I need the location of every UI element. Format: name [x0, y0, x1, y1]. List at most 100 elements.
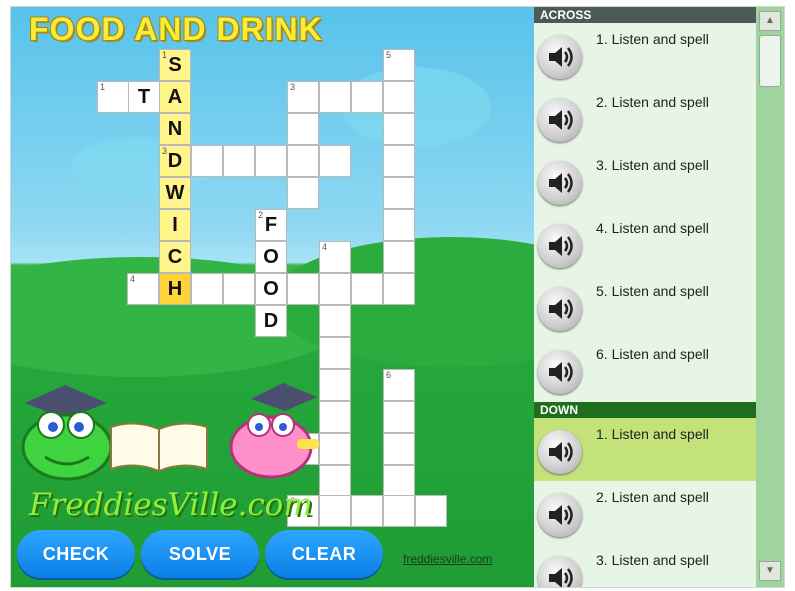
grid-cell[interactable]: 5 [383, 49, 415, 81]
speaker-button[interactable] [538, 161, 582, 205]
grid-cell[interactable]: 2F [255, 209, 287, 241]
grid-cell[interactable]: 1 [97, 81, 129, 113]
grid-cell[interactable] [191, 273, 223, 305]
speaker-icon [549, 173, 573, 193]
clue-item[interactable]: 4. Listen and spell [534, 212, 756, 275]
speaker-icon [549, 299, 573, 319]
grid-cell[interactable] [319, 401, 351, 433]
grid-cell[interactable] [319, 433, 351, 465]
grid-cell[interactable] [383, 465, 415, 497]
grid-cell[interactable] [319, 81, 351, 113]
down-header: DOWN [534, 402, 756, 418]
clue-number: 5 [386, 50, 392, 60]
speaker-icon [549, 442, 573, 462]
grid-cell[interactable] [319, 145, 351, 177]
grid-cell[interactable]: T [128, 81, 160, 113]
grid-cell[interactable]: 4 [127, 273, 159, 305]
grid-cell[interactable] [223, 145, 255, 177]
cell-letter: T [137, 86, 151, 108]
speaker-button[interactable] [538, 350, 582, 394]
freddiesville-logo: FreddiesVille.com [29, 487, 313, 523]
clue-number: 4 [130, 274, 136, 284]
grid-cell[interactable] [319, 337, 351, 369]
clue-item[interactable]: 3. Listen and spell [534, 149, 756, 212]
grid-cell[interactable] [383, 401, 415, 433]
grid-cell[interactable] [383, 273, 415, 305]
across-header: ACROSS [534, 7, 756, 23]
clear-button[interactable]: CLEAR [265, 530, 383, 578]
grid-cell[interactable] [383, 177, 415, 209]
pink-frog-mascot [229, 383, 319, 479]
speaker-icon [549, 110, 573, 130]
grid-cell[interactable]: A [159, 81, 191, 113]
grid-cell[interactable]: D [255, 305, 287, 337]
speaker-button[interactable] [538, 287, 582, 331]
scroll-thumb[interactable] [759, 35, 781, 87]
speaker-button[interactable] [538, 493, 582, 537]
clue-item[interactable]: 3. Listen and spell [534, 544, 756, 587]
grid-cell[interactable] [351, 81, 383, 113]
clue-text: 2. Listen and spell [596, 489, 709, 505]
grid-cell[interactable]: W [159, 177, 191, 209]
grid-cell[interactable] [287, 145, 319, 177]
grid-cell[interactable]: 1S [159, 49, 191, 81]
panel-scrollbar[interactable]: ▲ ▼ [756, 7, 784, 587]
grid-cell[interactable]: 3D [159, 145, 191, 177]
grid-cell[interactable] [383, 495, 415, 527]
clue-text: 4. Listen and spell [596, 220, 709, 236]
grid-cell[interactable] [415, 495, 447, 527]
grid-cell[interactable] [287, 113, 319, 145]
solve-button[interactable]: SOLVE [141, 530, 259, 578]
green-frog-mascot [21, 385, 113, 481]
grid-cell[interactable]: 6 [383, 369, 415, 401]
cell-letter: O [263, 278, 279, 300]
grid-cell[interactable]: I [159, 209, 191, 241]
grid-cell[interactable] [319, 305, 351, 337]
cell-letter: D [263, 310, 279, 332]
clue-item[interactable]: 2. Listen and spell [534, 86, 756, 149]
clue-text: 1. Listen and spell [596, 426, 709, 442]
grid-cell[interactable]: C [159, 241, 191, 273]
speaker-button[interactable] [538, 556, 582, 587]
clue-number: 6 [386, 370, 392, 380]
speaker-button[interactable] [538, 98, 582, 142]
grid-cell[interactable] [191, 145, 223, 177]
grid-cell[interactable] [383, 81, 415, 113]
grid-cell[interactable] [351, 495, 383, 527]
grid-cell-active[interactable]: H [159, 273, 191, 305]
speaker-button[interactable] [538, 430, 582, 474]
grid-cell[interactable] [255, 145, 287, 177]
scroll-up-button[interactable]: ▲ [759, 11, 781, 31]
grid-cell[interactable] [287, 177, 319, 209]
grid-cell[interactable] [223, 273, 255, 305]
grid-cell[interactable] [383, 113, 415, 145]
grid-cell[interactable]: N [159, 113, 191, 145]
grid-cell[interactable] [383, 209, 415, 241]
check-button[interactable]: CHECK [17, 530, 135, 578]
clue-number: 1 [100, 82, 106, 92]
grid-cell[interactable] [383, 145, 415, 177]
grid-cell[interactable] [319, 369, 351, 401]
grid-cell[interactable]: 3 [287, 81, 319, 113]
site-link[interactable]: freddiesville.com [403, 552, 492, 566]
clue-item[interactable]: 1. Listen and spell [534, 418, 756, 481]
open-book-icon [110, 422, 208, 473]
speaker-button[interactable] [538, 224, 582, 268]
grid-cell[interactable] [319, 495, 351, 527]
speaker-button[interactable] [538, 35, 582, 79]
grid-cell[interactable]: O [255, 273, 287, 305]
grid-cell[interactable]: 4 [319, 241, 351, 273]
grid-cell[interactable] [383, 241, 415, 273]
grid-cell[interactable] [351, 273, 383, 305]
clue-item[interactable]: 1. Listen and spell [534, 23, 756, 86]
cell-letter: D [167, 150, 183, 172]
grid-cell[interactable]: O [255, 241, 287, 273]
clue-item[interactable]: 6. Listen and spell [534, 338, 756, 401]
clue-item[interactable]: 5. Listen and spell [534, 275, 756, 338]
grid-cell[interactable] [287, 273, 319, 305]
scroll-down-button[interactable]: ▼ [759, 561, 781, 581]
grid-cell[interactable] [319, 273, 351, 305]
clue-item[interactable]: 2. Listen and spell [534, 481, 756, 544]
grid-cell[interactable] [319, 465, 351, 497]
grid-cell[interactable] [383, 433, 415, 465]
